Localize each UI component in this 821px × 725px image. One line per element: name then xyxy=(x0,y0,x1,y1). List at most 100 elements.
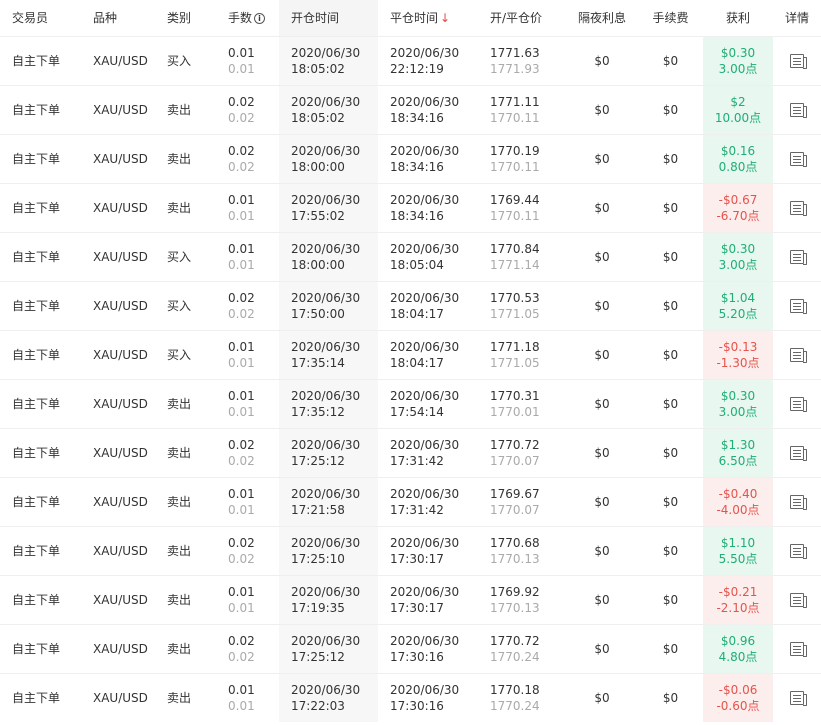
profit-amount: $0.30 xyxy=(720,45,756,60)
profit-points: -0.60点 xyxy=(716,698,760,713)
arrow-down-icon[interactable]: ↓ xyxy=(440,11,450,25)
close-date: 2020/06/30 xyxy=(390,486,460,501)
header-close-time-label: 平仓时间 xyxy=(390,11,439,26)
lots-closed-value: 0.01 xyxy=(228,600,255,615)
close-time-cell: 2020/06/30 22:12:19 xyxy=(378,36,478,85)
open-time-cell: 2020/06/30 17:22:03 xyxy=(279,673,378,722)
price-cell: 1771.11 1770.11 xyxy=(478,85,566,134)
header-fee: 手续费 xyxy=(652,11,689,26)
header-open-time[interactable]: 开仓时间 xyxy=(279,0,378,36)
lots-cell: 0.01 0.01 xyxy=(216,673,279,722)
fee-cell: $0 xyxy=(662,151,679,166)
document-icon[interactable] xyxy=(790,593,807,608)
document-icon[interactable] xyxy=(790,446,807,461)
lots-cell: 0.01 0.01 xyxy=(216,36,279,85)
open-time: 18:00:00 xyxy=(291,257,345,272)
trader-cell: 自主下单 xyxy=(12,249,61,264)
open-price: 1769.44 xyxy=(490,192,540,207)
lots-cell: 0.02 0.02 xyxy=(216,526,279,575)
trader-cell: 自主下单 xyxy=(12,298,61,313)
price-cell: 1770.18 1770.24 xyxy=(478,673,566,722)
close-time: 18:04:17 xyxy=(390,306,444,321)
trader-cell: 自主下单 xyxy=(12,102,61,117)
type-cell: 卖出 xyxy=(167,151,192,166)
header-trader: 交易员 xyxy=(12,11,49,26)
document-icon[interactable] xyxy=(790,691,807,707)
swap-cell: $0 xyxy=(594,641,610,656)
document-icon[interactable] xyxy=(790,495,807,510)
close-time-cell: 2020/06/30 17:30:17 xyxy=(378,526,478,575)
type-cell: 卖出 xyxy=(167,396,192,411)
price-cell: 1770.31 1770.01 xyxy=(478,379,566,428)
open-price: 1771.11 xyxy=(490,94,540,109)
info-icon[interactable]: i xyxy=(254,13,266,25)
lots-value: 0.02 xyxy=(228,633,255,648)
close-price: 1770.11 xyxy=(490,208,540,223)
trade-history-table: 交易员 品种 类别 手数 i 开仓时间 平仓时间 ↓ 开/平仓价 隔夜利息 手续费 … xyxy=(0,0,821,722)
document-icon[interactable] xyxy=(790,103,807,118)
profit-amount: -$0.40 xyxy=(718,486,758,501)
table-row: 自主下单 XAU/USD 卖出 0.01 0.01 2020/06/30 17:… xyxy=(0,673,821,722)
header-close-time[interactable]: 平仓时间 ↓ xyxy=(378,0,478,36)
profit-amount: $0.30 xyxy=(720,388,756,403)
document-icon[interactable] xyxy=(790,544,807,559)
document-icon[interactable] xyxy=(790,152,807,167)
open-date: 2020/06/30 xyxy=(291,143,361,158)
open-date: 2020/06/30 xyxy=(291,192,361,207)
open-date: 2020/06/30 xyxy=(291,633,361,648)
price-cell: 1771.63 1771.93 xyxy=(478,36,566,85)
trader-cell: 自主下单 xyxy=(12,690,61,705)
price-cell: 1769.44 1770.11 xyxy=(478,183,566,232)
swap-cell: $0 xyxy=(594,249,610,264)
open-price: 1769.67 xyxy=(490,486,540,501)
document-icon[interactable] xyxy=(790,348,807,363)
document-icon[interactable] xyxy=(790,54,807,69)
profit-amount: $1.04 xyxy=(720,290,756,305)
open-time: 17:35:14 xyxy=(291,355,345,370)
document-icon[interactable] xyxy=(790,397,807,412)
lots-cell: 0.02 0.02 xyxy=(216,85,279,134)
details-cell xyxy=(773,85,821,134)
profit-cell: $0.96 4.80点 xyxy=(703,624,773,673)
symbol-cell: XAU/USD xyxy=(93,690,148,705)
document-icon[interactable] xyxy=(790,250,807,265)
open-time-cell: 2020/06/30 17:35:12 xyxy=(279,379,378,428)
profit-points: -1.30点 xyxy=(716,355,760,370)
close-price: 1770.13 xyxy=(490,600,540,615)
open-time: 18:05:02 xyxy=(291,61,345,76)
close-date: 2020/06/30 xyxy=(390,192,460,207)
open-date: 2020/06/30 xyxy=(291,94,361,109)
close-price: 1770.13 xyxy=(490,551,540,566)
profit-points: 4.80点 xyxy=(718,649,758,664)
price-cell: 1770.84 1771.14 xyxy=(478,232,566,281)
document-icon[interactable] xyxy=(790,201,807,216)
details-cell xyxy=(773,134,821,183)
profit-points: 3.00点 xyxy=(718,257,758,272)
profit-points: 3.00点 xyxy=(718,61,758,76)
open-price: 1770.84 xyxy=(490,241,540,256)
close-price: 1771.93 xyxy=(490,61,540,76)
open-time-cell: 2020/06/30 17:21:58 xyxy=(279,477,378,526)
symbol-cell: XAU/USD xyxy=(93,396,148,411)
profit-amount: $0.16 xyxy=(720,143,756,158)
close-price: 1770.01 xyxy=(490,404,540,419)
document-icon[interactable] xyxy=(790,299,807,314)
open-date: 2020/06/30 xyxy=(291,241,361,256)
details-cell xyxy=(773,624,821,673)
symbol-cell: XAU/USD xyxy=(93,298,148,313)
lots-cell: 0.01 0.01 xyxy=(216,232,279,281)
table-row: 自主下单 XAU/USD 卖出 0.02 0.02 2020/06/30 17:… xyxy=(0,526,821,575)
open-date: 2020/06/30 xyxy=(291,45,361,60)
type-cell: 卖出 xyxy=(167,445,192,460)
close-date: 2020/06/30 xyxy=(390,633,460,648)
close-price: 1770.07 xyxy=(490,453,540,468)
table-row: 自主下单 XAU/USD 卖出 0.01 0.01 2020/06/30 17:… xyxy=(0,477,821,526)
table-row: 自主下单 XAU/USD 买入 0.01 0.01 2020/06/30 17:… xyxy=(0,330,821,379)
open-time: 17:25:12 xyxy=(291,649,345,664)
profit-cell: $0.30 3.00点 xyxy=(703,36,773,85)
table-row: 自主下单 XAU/USD 卖出 0.01 0.01 2020/06/30 17:… xyxy=(0,183,821,232)
profit-amount: $1.30 xyxy=(720,437,756,452)
profit-cell: -$0.13 -1.30点 xyxy=(703,330,773,379)
document-icon[interactable] xyxy=(790,642,807,657)
symbol-cell: XAU/USD xyxy=(93,347,148,362)
